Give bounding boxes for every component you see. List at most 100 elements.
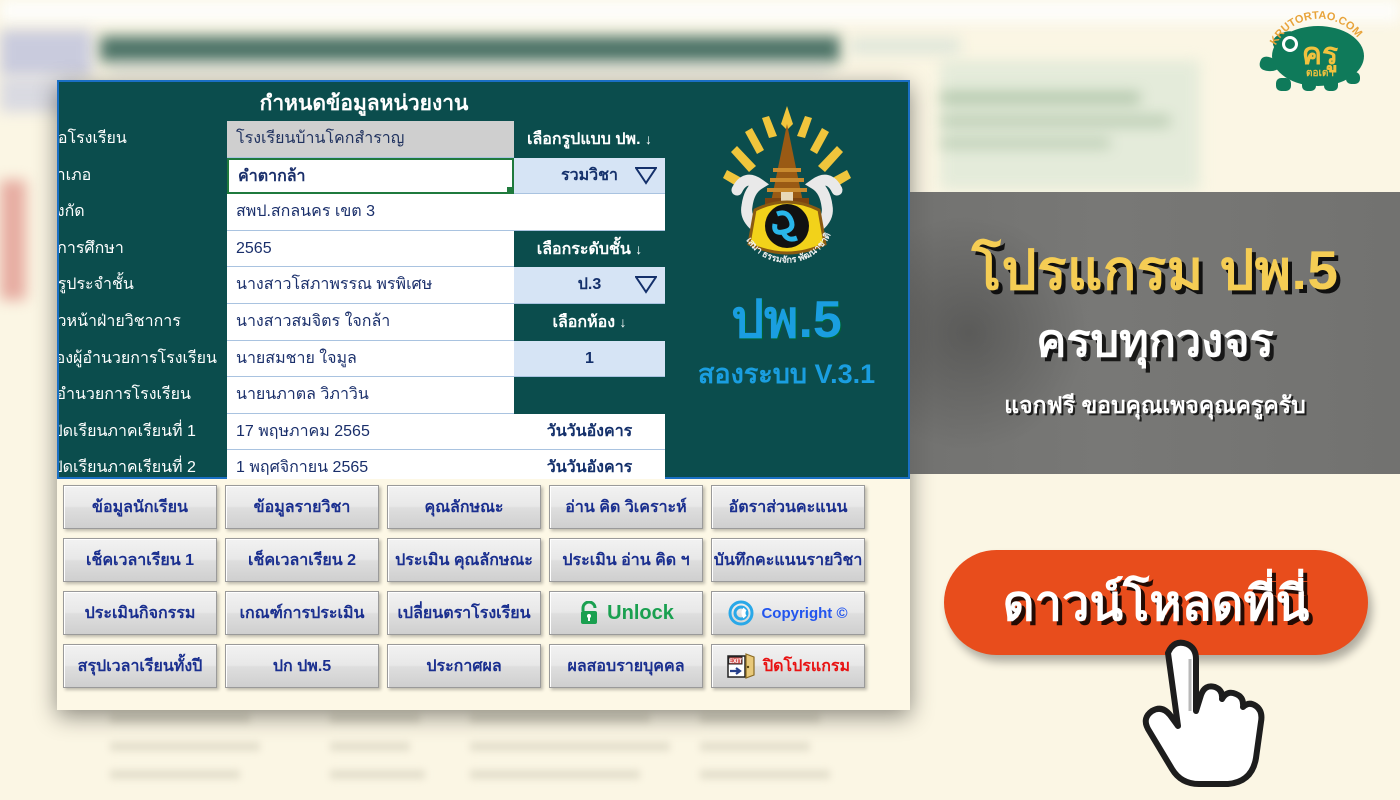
menu-button-label: เปลี่ยนตราโรงเรียน xyxy=(397,604,531,622)
bg-header-chip xyxy=(850,38,960,54)
menu-button-label: ข้อมูลนักเรียน xyxy=(92,498,188,516)
promo-credit: แจกฟรี ขอบคุณเพจคุณครูครับ xyxy=(1004,391,1306,418)
menu-button-label: อ่าน คิด วิเคราะห์ xyxy=(565,498,687,516)
bg-right-line-3 xyxy=(940,138,1110,148)
chevron-down-icon: ↓ xyxy=(619,313,627,330)
bg-top-strip xyxy=(0,0,1400,22)
menu-button-label: ข้อมูลรายวิชา xyxy=(253,498,351,516)
menu-button-label: ประเมิน อ่าน คิด ฯ xyxy=(562,551,690,569)
form-label: หัวหน้าฝ่ายวิชาการ xyxy=(59,312,181,330)
thai-ministry-of-education-emblem-icon: เสมา ธรรมจักร พัฒนาชาติ xyxy=(722,106,851,265)
selector-blank-cell xyxy=(514,194,665,231)
menu-button-label: อัตราส่วนคะแนน xyxy=(728,498,848,516)
bg-right-line-1 xyxy=(940,92,1140,104)
bg-table-row xyxy=(330,770,425,779)
menu-button[interactable]: เกณฑ์การประเมิน xyxy=(225,591,379,635)
main-menu-button-grid: ข้อมูลนักเรียน ข้อมูลรายวิชา คุณลักษณะ อ่าน… xyxy=(57,479,910,710)
form-label: ผู้อำนวยการโรงเรียน xyxy=(59,386,191,404)
menu-button-label: เช็คเวลาเรียน 2 xyxy=(248,551,356,569)
chevron-down-icon: ↓ xyxy=(645,131,652,147)
form-label: ปีการศึกษา xyxy=(59,239,124,257)
bg-table-row xyxy=(470,742,670,751)
promo-headline: โปรแกรม ปพ.5 xyxy=(971,239,1339,302)
menu-button-label: เช็คเวลาเรียน 1 xyxy=(86,551,194,569)
form-label: อำเภอ xyxy=(59,166,92,184)
exit-door-icon: EXIT xyxy=(726,652,756,680)
form-field[interactable]: นางสาวสมจิตร ใจกล้า xyxy=(227,303,514,341)
menu-button[interactable]: เช็คเวลาเรียน 2 xyxy=(225,538,379,582)
form-field[interactable]: นางสาวโสภาพรรณ พรพิเศษ xyxy=(227,267,514,304)
form-field-column: โรงเรียนบ้านโคกสำราญ คำตากล้า สพป.สกลนคร เ… xyxy=(227,121,514,487)
selector-empty-cell xyxy=(514,377,665,414)
bg-table-row xyxy=(110,742,260,751)
selector-header-label: เลือกรูปแบบ ปพ. xyxy=(527,131,641,148)
selector-value[interactable]: รวมวิชา xyxy=(514,157,665,195)
menu-button[interactable]: บันทึกคะแนนรายวิชา xyxy=(711,538,865,582)
bg-table-row xyxy=(700,742,810,751)
bg-left-accent xyxy=(0,180,26,300)
menu-button[interactable]: เช็คเวลาเรียน 1 xyxy=(63,538,217,582)
selector-value[interactable]: ป.3 xyxy=(514,267,665,304)
menu-button[interactable]: เปลี่ยนตราโรงเรียน xyxy=(387,591,541,635)
menu-button[interactable]: คุณลักษณะ xyxy=(387,485,541,529)
selector-header[interactable]: เลือกห้อง ↓ xyxy=(514,303,665,341)
emblem-panel-subtitle: สองระบบ V.3.1 xyxy=(697,359,876,389)
form-label: ชื่อโรงเรียน xyxy=(59,130,127,147)
selector-header[interactable]: เลือกรูปแบบ ปพ. ↓ xyxy=(514,121,665,158)
menu-button[interactable]: ผลสอบรายบุคคล xyxy=(549,644,703,688)
form-label: สังกัด xyxy=(59,203,85,221)
krutortao-logo[interactable]: ครู ตอเต่า KRUTORTAO.COM xyxy=(1252,6,1380,98)
menu-button-label: คุณลักษณะ xyxy=(424,498,504,516)
menu-button[interactable]: ประกาศผล xyxy=(387,644,541,688)
menu-button[interactable]: ปก ปพ.5 xyxy=(225,644,379,688)
form-field[interactable]: 17 พฤษภาคม 2565 xyxy=(227,413,514,451)
bg-right-line-2 xyxy=(940,116,1170,126)
menu-button-label: ปก ปพ.5 xyxy=(272,657,332,675)
menu-button-label: เกณฑ์การประเมิน xyxy=(239,604,365,622)
bg-table-row xyxy=(700,714,820,723)
button-row: เช็คเวลาเรียน 1 เช็คเวลาเรียน 2 ประเมิน คุ… xyxy=(63,538,910,582)
menu-button[interactable]: สรุปเวลาเรียนทั้งปี xyxy=(63,644,217,688)
promo-subline: ครบทุกวงจร xyxy=(1036,314,1274,366)
form-field[interactable]: นายสมชาย ใจมูล xyxy=(227,340,514,378)
form-label-column: ชื่อโรงเรียนอำเภอสังกัดปีการศึกษาครูประจ… xyxy=(59,121,227,487)
form-field[interactable]: นายนภาตล วิภาวิน xyxy=(227,377,514,414)
menu-button[interactable]: EXIT ปิดโปรแกรม xyxy=(711,644,865,688)
selector-value[interactable]: 1 xyxy=(514,340,665,378)
menu-button[interactable]: ประเมินกิจกรรม xyxy=(63,591,217,635)
menu-button-label: Copyright © xyxy=(761,604,848,622)
menu-button-label: ประกาศผล xyxy=(426,657,502,675)
menu-button[interactable]: ข้อมูลรายวิชา xyxy=(225,485,379,529)
menu-button[interactable]: ข้อมูลนักเรียน xyxy=(63,485,217,529)
button-row: ประเมินกิจกรรม เกณฑ์การประเมิน เปลี่ยนตราโ… xyxy=(63,591,910,635)
bg-table-row xyxy=(470,770,640,779)
application-window: กำหนดข้อมูลหน่วยงาน ชื่อโรงเรียนอำเภอสัง… xyxy=(57,80,910,710)
emblem-panel: เสมา ธรรมจักร พัฒนาชาติ ปพ.5 สองระบบ V.3… xyxy=(665,82,908,477)
selector-header-label: เลือกห้อง xyxy=(552,313,616,331)
form-field[interactable]: 2565 xyxy=(227,230,514,268)
form-field[interactable]: โรงเรียนบ้านโคกสำราญ xyxy=(227,121,514,158)
menu-button[interactable]: Unlock xyxy=(549,591,703,635)
form-field-active[interactable]: คำตากล้า xyxy=(227,157,514,195)
menu-button[interactable]: Copyright © xyxy=(711,591,865,635)
menu-button-label: บันทึกคะแนนรายวิชา xyxy=(713,551,863,569)
bg-header-bar xyxy=(100,36,840,62)
menu-button[interactable]: อ่าน คิด วิเคราะห์ xyxy=(549,485,703,529)
school-info-form: กำหนดข้อมูลหน่วยงาน ชื่อโรงเรียนอำเภอสัง… xyxy=(57,80,910,487)
menu-button[interactable]: อัตราส่วนคะแนน xyxy=(711,485,865,529)
button-row: ข้อมูลนักเรียน ข้อมูลรายวิชา คุณลักษณะ อ่าน… xyxy=(63,485,910,529)
form-label: ครูประจำชั้น xyxy=(59,276,134,294)
button-row: สรุปเวลาเรียนทั้งปี ปก ปพ.5 ประกาศผล ผลสอบร… xyxy=(63,644,910,688)
menu-button-label: ปิดโปรแกรม xyxy=(762,657,851,675)
form-label: รองผู้อำนวยการโรงเรียน xyxy=(59,349,217,367)
menu-button-label: ประเมินกิจกรรม xyxy=(84,604,196,622)
bg-left-block-1 xyxy=(0,30,92,76)
copyright-icon xyxy=(728,600,754,626)
selector-header-label: เลือกระดับชั้น xyxy=(536,240,631,258)
menu-button[interactable]: ประเมิน อ่าน คิด ฯ xyxy=(549,538,703,582)
form-field[interactable]: สพป.สกลนคร เขต 3 xyxy=(227,194,514,231)
bg-subheader xyxy=(110,66,830,72)
selector-header[interactable]: เลือกระดับชั้น ↓ xyxy=(514,230,665,268)
menu-button[interactable]: ประเมิน คุณลักษณะ xyxy=(387,538,541,582)
chevron-down-icon: ↓ xyxy=(635,240,643,257)
